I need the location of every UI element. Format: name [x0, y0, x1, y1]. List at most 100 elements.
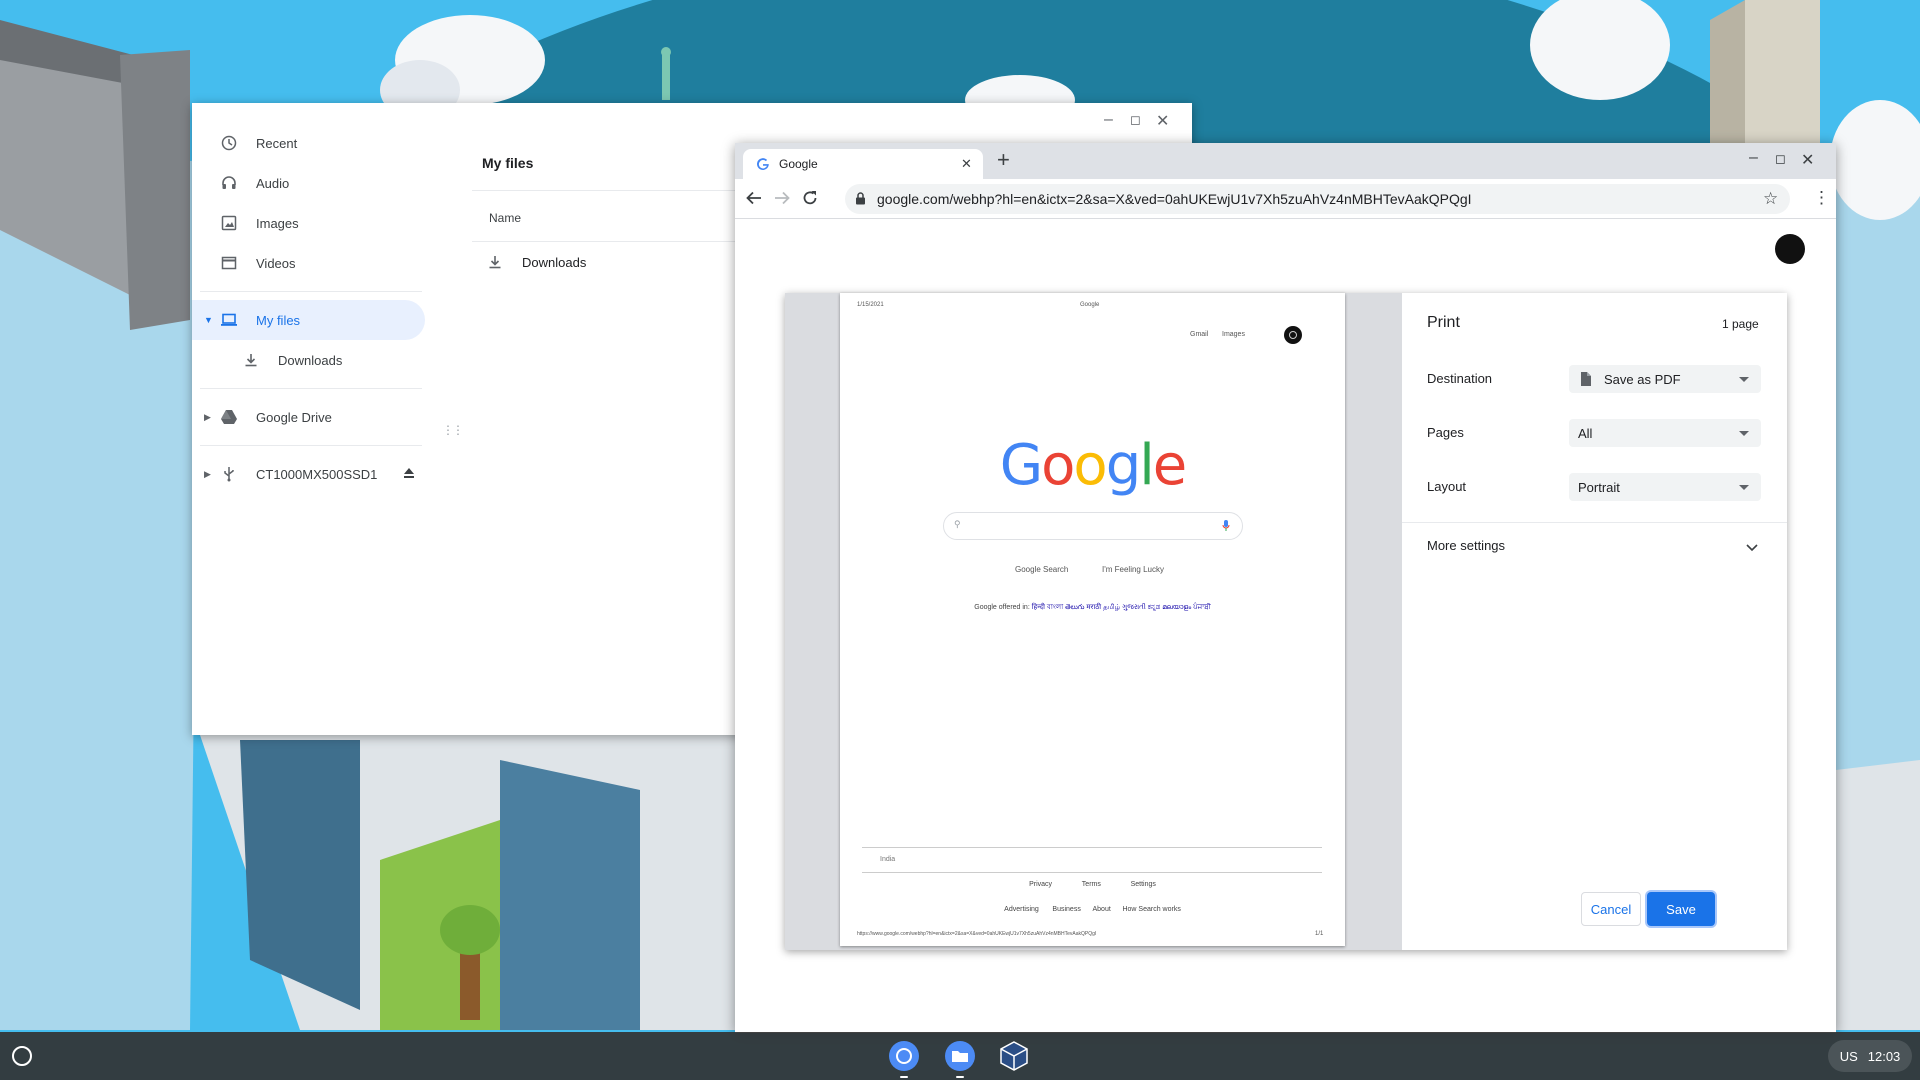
status-tray[interactable]: US 12:03: [1828, 1040, 1912, 1072]
reload-icon[interactable]: [801, 189, 819, 212]
resize-handle-icon[interactable]: ⋮⋮: [442, 423, 464, 437]
usb-icon: [220, 465, 238, 483]
sidebar-item-label: Images: [256, 215, 299, 231]
breadcrumb[interactable]: My files: [482, 155, 533, 171]
sidebar-item-label: Videos: [256, 255, 296, 271]
more-settings-label: More settings: [1427, 538, 1506, 553]
preview-page-number: 1/1: [1315, 931, 1324, 937]
chrome-window: Google ✕ + – ◻ ✕ google.com/webhp?hl=en&…: [735, 143, 1836, 1033]
search-icon: ⚲: [954, 519, 961, 529]
print-preview-area: 1/15/2021 Google Gmail Images Google ⚲ G…: [785, 293, 1402, 950]
divider: [200, 445, 422, 446]
tab-strip: Google ✕ + – ◻ ✕: [735, 143, 1836, 179]
files-sidebar: Recent Audio Images Videos ▼ My files Do…: [192, 123, 438, 494]
headphones-icon: [220, 174, 238, 192]
more-settings-toggle[interactable]: More settings: [1402, 523, 1787, 567]
print-settings-panel: Print 1 page Destination Save as PDF Pag…: [1402, 293, 1787, 950]
chevron-down-icon: [1739, 377, 1749, 382]
file-name: Downloads: [522, 255, 587, 270]
sidebar-item-label: CT1000MX500SSD1: [256, 466, 378, 482]
drive-icon: [220, 408, 238, 426]
destination-label: Destination: [1427, 371, 1493, 386]
download-icon: [242, 351, 260, 369]
close-icon[interactable]: ✕: [1801, 150, 1814, 170]
destination-select[interactable]: Save as PDF: [1569, 365, 1761, 393]
print-dialog: 1/15/2021 Google Gmail Images Google ⚲ G…: [785, 293, 1787, 950]
sidebar-item-label: Recent: [256, 135, 298, 151]
preview-avatar: [1284, 326, 1302, 344]
preview-gmail-link: Gmail: [1190, 331, 1209, 338]
preview-header-title: Google: [1080, 302, 1100, 308]
omnibox[interactable]: google.com/webhp?hl=en&ictx=2&sa=X&ved=0…: [845, 184, 1790, 214]
avatar[interactable]: [1775, 234, 1805, 264]
layout-select[interactable]: Portrait: [1569, 473, 1761, 501]
close-icon[interactable]: ✕: [1156, 111, 1169, 131]
browser-toolbar: google.com/webhp?hl=en&ictx=2&sa=X&ved=0…: [735, 179, 1836, 219]
preview-images-link: Images: [1222, 331, 1245, 338]
menu-kebab-icon[interactable]: ⋮: [1813, 188, 1830, 208]
bookmark-star-icon[interactable]: ☆: [1763, 189, 1778, 209]
clock-icon: [220, 134, 238, 152]
back-icon[interactable]: [745, 189, 763, 212]
preview-search-button: Google Search: [1015, 565, 1069, 574]
expand-arrow-icon[interactable]: ▼: [204, 315, 213, 325]
preview-languages: Google offered in: हिन्दी বাংলা తెలుగు म…: [974, 604, 1211, 611]
google-favicon-icon: [756, 157, 770, 176]
preview-search-box: ⚲: [943, 512, 1243, 540]
divider: [862, 847, 1322, 848]
page-content: 1/15/2021 Google Gmail Images Google ⚲ G…: [735, 220, 1836, 1033]
sidebar-item-google-drive[interactable]: ▶ Google Drive: [192, 397, 438, 437]
forward-icon[interactable]: [773, 189, 791, 212]
divider: [200, 388, 422, 389]
preview-country: India: [880, 856, 896, 863]
new-tab-button[interactable]: +: [997, 147, 1010, 173]
expand-arrow-icon[interactable]: ▶: [204, 412, 211, 423]
print-preview-page: 1/15/2021 Google Gmail Images Google ⚲ G…: [840, 293, 1345, 946]
divider: [862, 872, 1322, 873]
url-text: google.com/webhp?hl=en&ictx=2&sa=X&ved=0…: [877, 191, 1472, 207]
image-icon: [220, 214, 238, 232]
column-header-name[interactable]: Name: [489, 211, 521, 225]
maximize-icon[interactable]: ◻: [1775, 151, 1786, 167]
tab-google[interactable]: Google ✕: [743, 149, 983, 179]
tab-title: Google: [779, 157, 818, 171]
sidebar-item-label: Downloads: [278, 352, 343, 368]
pages-select[interactable]: All: [1569, 419, 1761, 447]
save-button[interactable]: Save: [1647, 892, 1715, 926]
cancel-button[interactable]: Cancel: [1581, 892, 1641, 926]
sidebar-item-label: My files: [256, 312, 301, 328]
sidebar-item-downloads[interactable]: Downloads: [192, 340, 438, 380]
keyboard-locale: US: [1839, 1048, 1858, 1064]
sidebar-item-usb-drive[interactable]: ▶ CT1000MX500SSD1: [192, 454, 438, 494]
minimize-icon[interactable]: –: [1104, 111, 1113, 129]
virtualbox-icon[interactable]: [997, 1039, 1031, 1073]
minimize-icon[interactable]: –: [1749, 149, 1758, 167]
lock-icon[interactable]: [855, 192, 866, 210]
launcher-button[interactable]: [12, 1046, 32, 1066]
shelf: US 12:03: [0, 1032, 1920, 1080]
sidebar-item-videos[interactable]: Videos: [192, 243, 438, 283]
files-icon[interactable]: [944, 1040, 976, 1078]
layout-label: Layout: [1427, 479, 1467, 494]
clock-time: 12:03: [1867, 1048, 1901, 1064]
preview-footer-links-1: Privacy Terms Settings: [1029, 881, 1156, 888]
chevron-down-icon: [1739, 485, 1749, 490]
divider: [200, 291, 422, 292]
sidebar-item-audio[interactable]: Audio: [192, 163, 438, 203]
eject-icon[interactable]: [403, 467, 415, 482]
maximize-icon[interactable]: ◻: [1130, 112, 1141, 128]
download-icon: [488, 255, 502, 274]
preview-footer-links-2: Advertising Business About How Search wo…: [1004, 906, 1181, 913]
sidebar-item-recent[interactable]: Recent: [192, 123, 438, 163]
sidebar-item-label: Audio: [256, 175, 290, 191]
sidebar-item-my-files[interactable]: ▼ My files: [192, 300, 425, 340]
close-tab-icon[interactable]: ✕: [961, 156, 972, 172]
preview-lucky-button: I'm Feeling Lucky: [1102, 565, 1164, 574]
print-title: Print: [1427, 314, 1460, 331]
expand-arrow-icon[interactable]: ▶: [204, 469, 211, 480]
sidebar-item-images[interactable]: Images: [192, 203, 438, 243]
page-count: 1 page: [1722, 317, 1759, 331]
google-logo: Google: [999, 433, 1188, 498]
chevron-down-icon: [1739, 431, 1749, 436]
chrome-icon[interactable]: [888, 1040, 920, 1078]
